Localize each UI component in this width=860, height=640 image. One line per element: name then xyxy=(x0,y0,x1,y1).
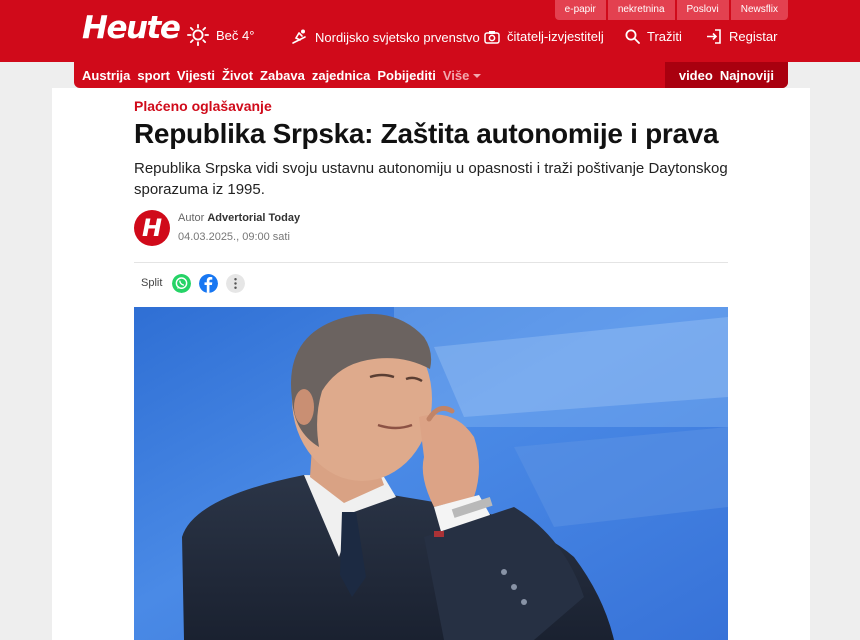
skier-icon xyxy=(292,29,306,44)
site-header: Heute Beč 4° Nordijsko svjetsko prvenstv… xyxy=(0,0,860,62)
nav-label: čitatelj-izvjestitelj xyxy=(507,29,604,44)
category-latest[interactable]: Najnoviji xyxy=(720,68,774,83)
divider xyxy=(134,262,728,263)
author-name[interactable]: Advertorial Today xyxy=(207,212,300,224)
category-vijesti[interactable]: Vijesti xyxy=(177,68,215,83)
nav-search[interactable]: Tražiti xyxy=(625,29,682,44)
category-video[interactable]: video xyxy=(679,68,713,83)
nav-label: Tražiti xyxy=(647,29,682,44)
category-austrija[interactable]: Austrija xyxy=(82,68,130,83)
category-sport[interactable]: sport xyxy=(137,68,170,83)
category-pobijediti[interactable]: Pobijediti xyxy=(377,68,436,83)
article-date: 04.03.2025., 09:00 sati xyxy=(178,231,290,243)
toplink-nekretnina[interactable]: nekretnina xyxy=(607,0,675,20)
top-links: e-papir nekretnina Poslovi Newsflix xyxy=(553,0,788,20)
heute-logo[interactable]: Heute xyxy=(82,10,181,46)
author-line: Autor Advertorial Today xyxy=(178,212,300,224)
facebook-icon[interactable] xyxy=(199,274,218,293)
author-avatar[interactable]: H xyxy=(134,210,170,246)
toplink-epapir[interactable]: e-papir xyxy=(554,0,606,20)
login-icon xyxy=(707,29,721,44)
author-label: Autor xyxy=(178,212,205,224)
category-nav: Austrija sport Vijesti Život Zabava zaje… xyxy=(74,62,788,88)
article-title: Republika Srpska: Zaštita autonomije i p… xyxy=(134,118,719,149)
nav-register[interactable]: Registar xyxy=(706,29,777,44)
category-zivot[interactable]: Život xyxy=(222,68,253,83)
sun-icon xyxy=(187,24,209,46)
category-zajednica[interactable]: zajednica xyxy=(312,68,371,83)
article-photo[interactable] xyxy=(134,307,728,640)
nav-label: Registar xyxy=(729,29,778,44)
toplink-newsflix[interactable]: Newsflix xyxy=(730,0,788,20)
more-options-icon[interactable] xyxy=(226,274,245,293)
category-nav-right: video Najnoviji xyxy=(664,62,788,88)
share-label: Split xyxy=(141,277,163,289)
category-zabava[interactable]: Zabava xyxy=(260,68,305,83)
chevron-down-icon xyxy=(473,73,482,78)
more-label: Više xyxy=(442,67,470,83)
toplink-poslovi[interactable]: Poslovi xyxy=(676,0,729,20)
whatsapp-icon[interactable] xyxy=(172,274,191,293)
politician-photo xyxy=(134,307,728,640)
search-icon xyxy=(625,29,640,44)
camera-icon xyxy=(484,30,500,44)
article: Plaćeno oglašavanje Republika Srpska: Za… xyxy=(52,88,810,640)
weather-widget[interactable]: Beč 4° xyxy=(187,24,254,46)
article-lead: Republika Srpska vidi svoju ustavnu auto… xyxy=(134,160,728,198)
weather-text: Beč 4° xyxy=(216,27,255,43)
nav-nordic-championship[interactable]: Nordijsko svjetsko prvenstvo xyxy=(290,29,480,45)
category-more[interactable]: Više xyxy=(443,68,482,83)
article-kicker: Plaćeno oglašavanje xyxy=(134,98,272,114)
nav-reader-reporter[interactable]: čitatelj-izvjestitelj xyxy=(484,29,604,44)
nav-label: Nordijsko svjetsko prvenstvo xyxy=(315,29,480,45)
